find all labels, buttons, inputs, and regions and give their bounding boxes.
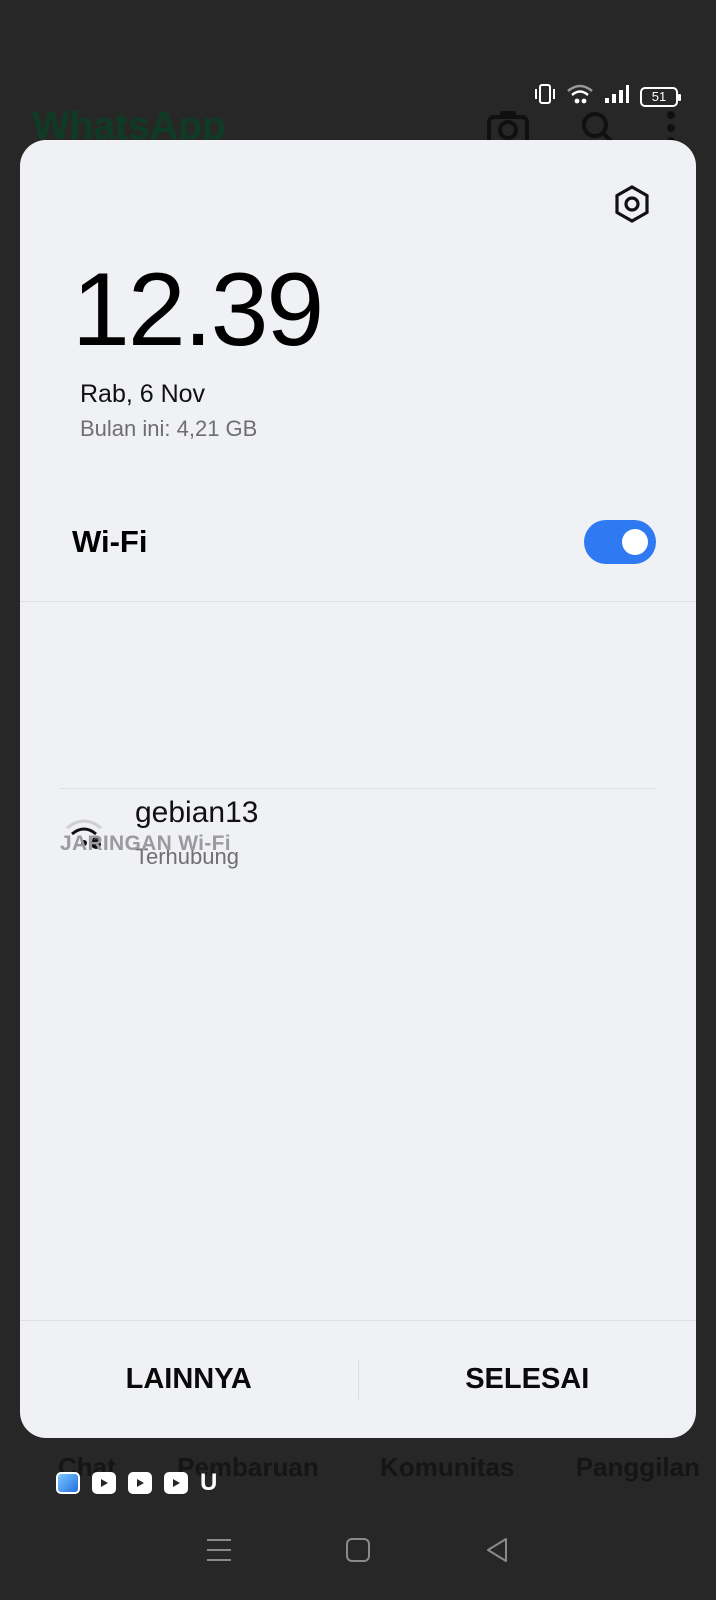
more-button[interactable]: LAINNYA [20,1363,358,1396]
youtube-icon [164,1472,188,1494]
back-button[interactable] [477,1530,517,1570]
date: Rab, 6 Nov [80,380,206,408]
tab-calls: Panggilan [575,1452,700,1482]
u-icon: U [200,1469,218,1496]
gear-icon [615,185,649,223]
divider [20,601,696,602]
clock: 12.39 [72,252,324,368]
wifi-label: Wi-Fi [72,524,148,559]
app-icon [56,1472,80,1494]
wifi-icon [566,84,594,109]
back-icon [486,1538,507,1562]
battery-indicator: 51 [640,86,681,107]
notification-icons: U [56,1469,218,1496]
signal-icon [604,84,630,109]
wifi-networks-header: JARINGAN Wi-Fi [60,832,231,855]
home-button[interactable] [338,1530,378,1570]
divider [60,788,656,789]
panel-footer: LAINNYA SELESAI [20,1320,696,1438]
youtube-icon [92,1472,116,1494]
status-bar: 51 [534,84,681,109]
navigation-bar [0,1530,716,1570]
youtube-icon [128,1472,152,1494]
wifi-panel: 12.39 Rab, 6 Nov Bulan ini: 4,21 GB Wi-F… [20,140,696,1438]
toggle-knob [622,529,648,555]
menu-icon [207,1539,232,1561]
home-icon [345,1538,370,1562]
wifi-toggle[interactable] [584,520,656,564]
vibrate-icon [534,84,556,109]
settings-button[interactable] [612,184,652,224]
network-name: gebian13 [135,796,259,829]
tab-communities: Komunitas [380,1452,515,1482]
done-button[interactable]: SELESAI [359,1363,697,1396]
recent-apps-button[interactable] [199,1530,239,1570]
data-usage: Bulan ini: 4,21 GB [80,416,258,441]
